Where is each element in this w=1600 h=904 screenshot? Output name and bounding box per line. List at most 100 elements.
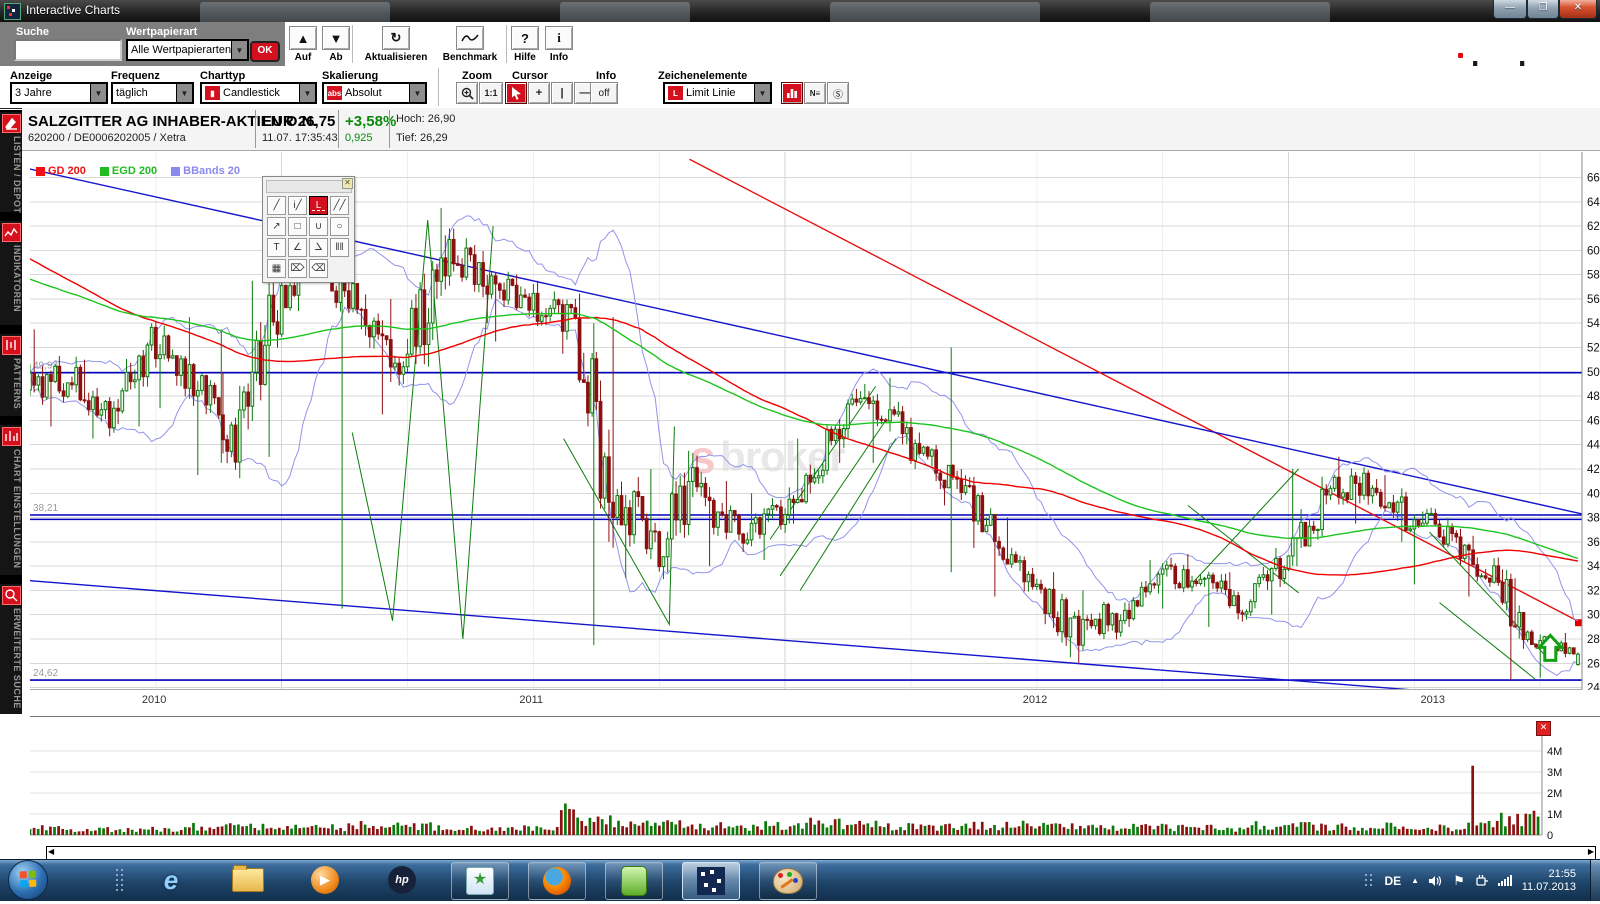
scroll-left-icon[interactable]: ◀: [48, 847, 54, 856]
candle-body: [1182, 570, 1185, 588]
candle-body: [553, 300, 556, 308]
trend-line-tool[interactable]: ╱: [267, 196, 286, 215]
candle-body: [1233, 596, 1236, 606]
close-button[interactable]: ✕: [1559, 0, 1597, 19]
volume-bar: [1099, 825, 1102, 835]
text-tool[interactable]: T: [267, 238, 286, 257]
benchmark-button[interactable]: Benchmark: [434, 26, 506, 63]
star-app-icon[interactable]: ★: [451, 862, 509, 900]
volume-bar: [159, 832, 162, 835]
ab-button[interactable]: ▼Ab: [323, 26, 349, 63]
chevron-down-icon[interactable]: ▼: [231, 41, 247, 59]
frequenz-select[interactable]: täglich▼: [111, 82, 194, 104]
grid-tool[interactable]: ▦: [267, 259, 286, 278]
show-desktop-button[interactable]: [1590, 860, 1600, 901]
palette-close-icon[interactable]: ✕: [342, 178, 353, 189]
zoom-1to1-button[interactable]: 1:1: [479, 82, 503, 104]
wertpapierart-select[interactable]: Alle Wertpapierarten ▼: [126, 39, 249, 61]
start-button[interactable]: [8, 860, 48, 900]
candle-body: [805, 475, 808, 502]
chevron-down-icon[interactable]: ▼: [754, 84, 770, 102]
chart-app-icon[interactable]: [682, 862, 740, 900]
volume-bar: [613, 827, 616, 835]
chevron-down-icon[interactable]: ▼: [299, 84, 315, 102]
charttyp-select[interactable]: ▮ Candlestick▼: [200, 82, 317, 104]
ok-button[interactable]: OK: [250, 41, 280, 62]
auf-button[interactable]: ▲Auf: [290, 26, 316, 63]
info-line-tool[interactable]: i╱: [288, 196, 307, 215]
flag-icon[interactable]: ⚑: [1453, 873, 1465, 889]
cursor-pointer-button[interactable]: [505, 82, 527, 104]
cursor-crosshair-button[interactable]: +: [528, 82, 550, 104]
eraser-line-tool[interactable]: ⌦: [288, 259, 307, 278]
ellipse-tool[interactable]: ○: [330, 217, 349, 236]
media-player-icon[interactable]: ▶: [297, 862, 353, 898]
internet-explorer-icon[interactable]: e: [143, 862, 199, 898]
firefox-icon[interactable]: [528, 862, 586, 900]
scroll-right-icon[interactable]: ▶: [1588, 847, 1594, 856]
sidebar-tab-indikatoren[interactable]: INDIKATOREN: [0, 221, 22, 325]
volume-pane[interactable]: 4M3M2M1M0 ✕: [30, 716, 1600, 845]
explorer-folder-icon[interactable]: [220, 862, 276, 898]
limit-line-tool[interactable]: L: [309, 196, 328, 215]
arc-tool[interactable]: ∪: [309, 217, 328, 236]
volume-bar: [519, 831, 522, 835]
volume-bar: [119, 829, 122, 835]
sidebar-tab-erweiterte-suche[interactable]: ERWEITERTE SUCHE: [0, 584, 22, 714]
horizontal-scrollbar[interactable]: ◀ ▶: [46, 846, 1596, 860]
network-icon[interactable]: [1498, 875, 1512, 886]
candle-body: [750, 523, 753, 540]
taskbar-grip[interactable]: [116, 868, 124, 904]
info-off-button[interactable]: off: [590, 82, 618, 104]
volume-chart[interactable]: 4M3M2M1M0: [30, 717, 1600, 845]
news-events-button[interactable]: N≡: [804, 82, 826, 104]
volume-bar: [139, 829, 142, 835]
y-axis-tick-label: 34: [1587, 561, 1600, 573]
sidebar-tab-chart-einstellungen[interactable]: CHART EINSTELLUNGEN: [0, 425, 22, 575]
skalierung-select[interactable]: abs Absolut▼: [322, 82, 427, 104]
drawing-tools-palette[interactable]: ✕ ╱i╱L╱╱↗□∪○T∠∠‖‖▦⌦⌫: [262, 176, 355, 283]
volume-bar: [646, 821, 649, 835]
chevron-down-icon[interactable]: ▼: [409, 84, 425, 102]
eraser-tool[interactable]: ⌫: [309, 259, 328, 278]
cursor-vline-button[interactable]: |: [551, 82, 573, 104]
candle-body: [461, 265, 464, 277]
hp-icon[interactable]: hp: [374, 862, 430, 898]
paint-app-icon[interactable]: [759, 862, 817, 900]
chevron-down-icon[interactable]: ▼: [90, 84, 106, 102]
info-button[interactable]: iInfo: [544, 26, 574, 63]
aktualisieren-button[interactable]: ↻Aktualisieren: [360, 26, 432, 63]
rectangle-tool[interactable]: □: [288, 217, 307, 236]
zeichenelemente-select[interactable]: L Limit Linie▼: [663, 82, 772, 104]
arrow-tool[interactable]: ↗: [267, 217, 286, 236]
fan-down-tool[interactable]: ∠: [309, 238, 328, 257]
anzeige-select[interactable]: 3 Jahre▼: [10, 82, 108, 104]
volume-bar: [1447, 828, 1450, 835]
parallel-lines-tool[interactable]: ╱╱: [330, 196, 349, 215]
volume-bar: [540, 827, 543, 835]
vertical-lines-tool[interactable]: ‖‖: [330, 238, 349, 257]
splits-button[interactable]: Ⓢ: [827, 82, 849, 104]
fan-up-tool[interactable]: ∠: [288, 238, 307, 257]
search-input[interactable]: [14, 39, 122, 61]
eject-icon[interactable]: [1475, 874, 1488, 887]
tray-grip[interactable]: [1365, 874, 1373, 887]
green-app-icon[interactable]: [605, 862, 663, 900]
zoom-in-button[interactable]: [456, 82, 478, 104]
hilfe-button[interactable]: ?Hilfe: [508, 26, 542, 63]
hidden-icons-icon[interactable]: ▲: [1411, 876, 1419, 885]
zeichenelemente-label: Zeichenelemente: [658, 70, 747, 82]
volume-icon[interactable]: [1429, 875, 1443, 887]
palette-title-bar[interactable]: [266, 180, 352, 193]
trend-line[interactable]: [30, 581, 1582, 690]
minimize-button[interactable]: —: [1493, 0, 1527, 19]
chevron-down-icon[interactable]: ▼: [176, 84, 192, 102]
restore-button[interactable]: ❐: [1527, 0, 1559, 19]
language-indicator[interactable]: DE: [1385, 874, 1402, 888]
volume-bar: [887, 823, 890, 835]
volume-indicator-button[interactable]: [781, 82, 803, 104]
sidebar-tab-listen-depot[interactable]: LISTEN / DEPOT: [0, 112, 22, 212]
sidebar-tab-patterns[interactable]: PATTERNS: [0, 334, 22, 416]
volume-close-icon[interactable]: ✕: [1536, 721, 1551, 736]
clock[interactable]: 21:55 11.07.2013: [1522, 868, 1576, 894]
